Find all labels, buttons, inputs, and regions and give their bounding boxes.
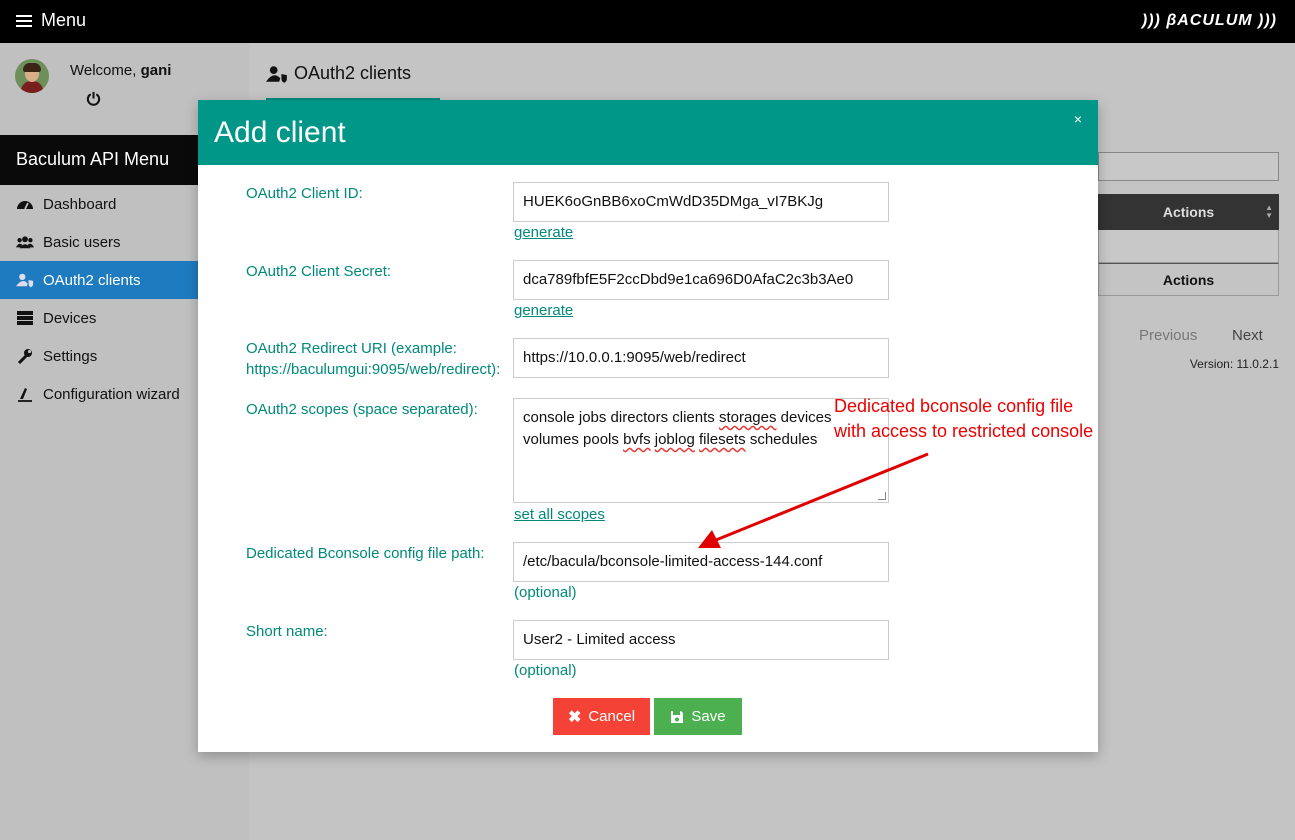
tab-oauth2-clients[interactable]: OAuth2 clients [266, 63, 411, 84]
pagination-previous[interactable]: Previous [1139, 327, 1197, 344]
scopes-line2: volumes pools bvfs joblog filesets sched… [523, 429, 879, 451]
set-all-scopes-link[interactable]: set all scopes [514, 506, 605, 523]
power-icon[interactable] [86, 91, 101, 106]
tab-label: OAuth2 clients [294, 63, 412, 83]
client-secret-label: OAuth2 Client Secret: [246, 263, 392, 280]
tachometer-icon [17, 201, 33, 210]
menu-label: Menu [41, 10, 87, 30]
sidebar-item-label: Settings [43, 347, 98, 365]
sort-icon: ▲ ▼ [1265, 203, 1273, 220]
short-name-label: Short name: [246, 623, 328, 640]
modal-header: Add client × [198, 100, 1098, 165]
scopes-text: console jobs directors clients [523, 409, 719, 426]
generate-client-secret-link[interactable]: generate [514, 302, 573, 319]
pagination-next[interactable]: Next [1232, 327, 1263, 344]
magic-icon [18, 388, 32, 402]
menu-button[interactable]: Menu [16, 10, 86, 31]
hamburger-icon [16, 14, 32, 28]
redirect-uri-label-line1: OAuth2 Redirect URI (example: [246, 340, 457, 357]
save-button[interactable]: Save [654, 698, 742, 735]
bconsole-path-label: Dedicated Bconsole config file path: [246, 545, 485, 562]
sidebar-item-label: Configuration wizard [43, 385, 180, 403]
table-row [1098, 230, 1279, 263]
bconsole-path-input[interactable]: /etc/bacula/bconsole-limited-access-144.… [513, 542, 889, 582]
sidebar-item-label: Dashboard [43, 195, 117, 213]
table-header-label: Actions [1162, 204, 1215, 220]
generate-client-id-link[interactable]: generate [514, 224, 573, 241]
client-id-label: OAuth2 Client ID: [246, 185, 363, 202]
scopes-text: bvfs [623, 431, 651, 448]
floppy-disk-icon [671, 710, 684, 723]
bconsole-optional-hint: (optional) [514, 584, 577, 601]
welcome-text: Welcome, gani [70, 62, 172, 79]
scopes-text: filesets [698, 431, 746, 448]
modal-title: Add client [214, 116, 346, 149]
scopes-text: volumes pools [523, 431, 624, 448]
sidebar-item-label: Basic users [43, 233, 121, 251]
annotation-text: Dedicated bconsole config file with acce… [834, 394, 1093, 444]
short-name-optional-hint: (optional) [514, 662, 577, 679]
resize-handle-icon[interactable] [878, 492, 886, 500]
redirect-uri-label: OAuth2 Redirect URI (example: https://ba… [246, 338, 500, 380]
scopes-text: schedules [745, 431, 818, 448]
scopes-textarea[interactable]: console jobs directors clients storages … [513, 398, 889, 503]
short-name-input[interactable]: User2 - Limited access [513, 620, 889, 660]
user-shield-icon [16, 273, 34, 288]
scopes-line1: console jobs directors clients storages … [523, 407, 879, 429]
user-shield-icon [266, 65, 287, 83]
avatar [15, 59, 49, 93]
baculum-logo: ))) βACULUM ))) [1141, 12, 1277, 29]
cancel-button-label: Cancel [588, 708, 636, 725]
scopes-label: OAuth2 scopes (space separated): [246, 401, 478, 418]
table-header-actions[interactable]: Actions ▲ ▼ [1098, 194, 1279, 230]
scopes-text: devices [776, 409, 832, 426]
welcome-prefix: Welcome [70, 62, 133, 79]
sidebar-item-label: OAuth2 clients [43, 271, 141, 289]
wrench-icon [17, 349, 32, 364]
scopes-text: joblog [654, 431, 695, 448]
sidebar-item-label: Devices [43, 309, 97, 327]
cancel-button[interactable]: ✖ Cancel [553, 698, 650, 735]
database-icon [17, 311, 33, 325]
close-icon: ✖ [567, 708, 582, 726]
users-icon [16, 236, 34, 249]
client-secret-input[interactable]: dca789fbfE5F2ccDbd9e1ca696D0AfaC2c3b3Ae0 [513, 260, 889, 300]
table-search-input[interactable] [1098, 152, 1279, 181]
client-id-input[interactable]: HUEK6oGnBB6xoCmWdD35DMga_vI7BKJg [513, 182, 889, 222]
redirect-uri-input[interactable]: https://10.0.0.1:9095/web/redirect [513, 338, 889, 378]
close-icon[interactable]: × [1074, 111, 1082, 127]
redirect-uri-label-line2: https://baculumgui:9095/web/redirect): [246, 361, 501, 378]
scopes-text: storages [718, 409, 777, 426]
username: gani [140, 62, 172, 79]
annotation-line1: Dedicated bconsole config file [834, 396, 1074, 416]
version-text: Version: 11.0.2.1 [1189, 357, 1279, 371]
top-bar: Menu ))) βACULUM ))) [0, 0, 1295, 43]
table-footer-actions: Actions [1098, 263, 1279, 296]
annotation-line2: with access to restricted console [834, 421, 1094, 441]
save-button-label: Save [691, 708, 726, 725]
